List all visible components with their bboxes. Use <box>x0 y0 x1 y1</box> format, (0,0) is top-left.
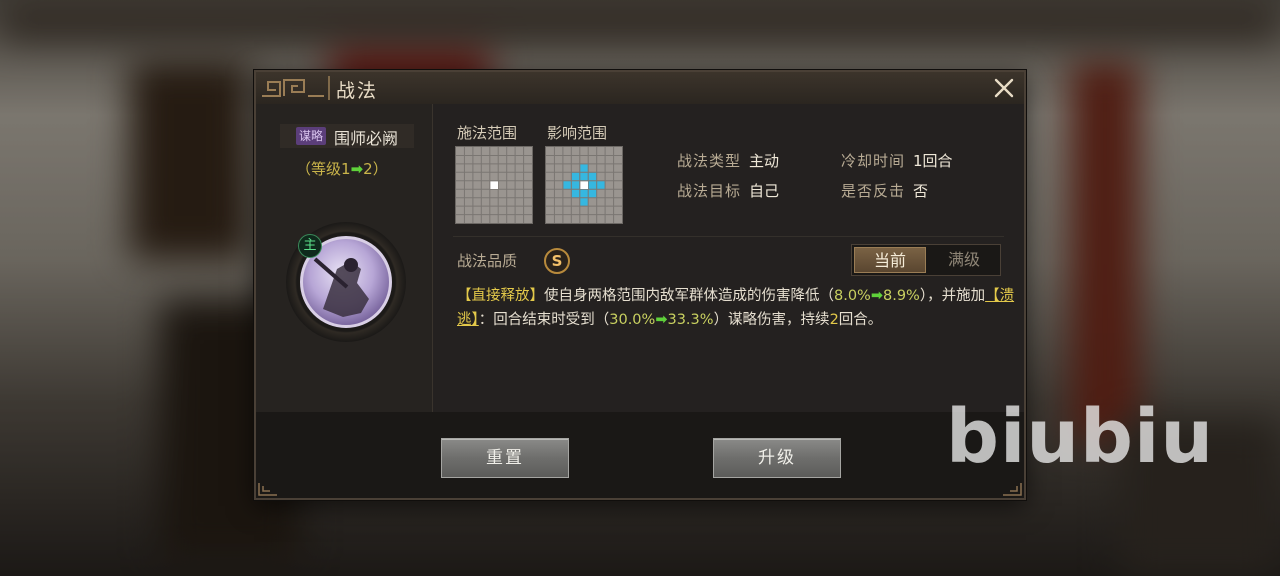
skill-detail-panel: 施法范围 影响范围 战法类型 主动 冷却时间 1回合 战法目标 自己 是否反击 … <box>433 104 1024 412</box>
cooldown-key: 冷却时间 <box>841 152 906 170</box>
title-divider <box>328 76 330 100</box>
close-icon[interactable] <box>990 74 1018 102</box>
level-arrow-icon: ➡ <box>350 160 364 178</box>
desc-value-1a: 8.0% <box>834 288 871 304</box>
arrow-right-icon: ➡ <box>655 312 668 328</box>
level-view-toggle: 当前 满级 <box>851 244 1001 276</box>
skill-level-change: （等级1➡2） <box>296 158 388 179</box>
desc-keyword-direct: 【直接释放】 <box>457 288 544 304</box>
skill-description: 【直接释放】使自身两格范围内敌军群体造成的伤害降低（8.0%➡8.9%），并施加… <box>457 284 1017 332</box>
desc-text-3: ：回合结束时受到（ <box>478 312 610 328</box>
skill-category-tag: 谋略 <box>296 127 327 145</box>
skill-quality-badge: S <box>544 248 570 274</box>
level-open: （等级 <box>296 160 342 178</box>
desc-text-5: 回合。 <box>838 312 883 328</box>
cast-range-grid <box>455 146 533 224</box>
arrow-right-icon: ➡ <box>870 288 883 304</box>
skill-target-key: 战法目标 <box>677 182 742 200</box>
cooldown-value: 1回合 <box>913 152 953 170</box>
toggle-current[interactable]: 当前 <box>854 247 926 273</box>
skill-type-row: 战法类型 主动 <box>677 150 779 171</box>
skill-type-key: 战法类型 <box>677 152 742 170</box>
counterattack-key: 是否反击 <box>841 182 906 200</box>
skill-target-row: 战法目标 自己 <box>677 180 779 201</box>
level-close: ） <box>372 160 388 178</box>
counterattack-row: 是否反击否 <box>841 180 928 201</box>
skill-dialog: 战法 谋略 围师必阙 （等级1➡2） 主 施法范围 影响范围 战法类型 主动 冷… <box>254 70 1026 500</box>
watermark-text: biubiu <box>946 394 1215 480</box>
desc-text-2: ），并施加 <box>919 288 986 304</box>
level-from: 1 <box>341 160 351 178</box>
desc-text-1: 使自身两格范围内敌军群体造成的伤害降低（ <box>544 288 834 304</box>
skill-name-box: 谋略 围师必阙 <box>280 124 414 148</box>
corner-ornament-icon <box>1003 483 1022 496</box>
effect-range-grid <box>545 146 623 224</box>
main-skill-badge: 主 <box>298 234 322 258</box>
desc-duration: 2 <box>829 312 839 328</box>
cooldown-row: 冷却时间 1回合 <box>841 150 953 171</box>
corner-ornament-icon <box>258 483 277 496</box>
reset-button[interactable]: 重置 <box>441 438 569 478</box>
toggle-max-level[interactable]: 满级 <box>928 247 1000 273</box>
counterattack-value: 否 <box>913 182 929 200</box>
desc-value-1b: 8.9% <box>883 288 920 304</box>
dialog-footer <box>256 412 1024 498</box>
skill-target-value: 自己 <box>749 182 780 200</box>
skill-type-value: 主动 <box>749 152 780 170</box>
skill-quality-label: 战法品质 <box>457 252 518 270</box>
upgrade-button[interactable]: 升级 <box>713 438 841 478</box>
skill-summary-panel: 谋略 围师必阙 （等级1➡2） 主 <box>256 104 433 412</box>
dialog-title: 战法 <box>336 80 379 102</box>
effect-range-label: 影响范围 <box>547 124 608 142</box>
desc-text-4: ）谋略伤害，持续 <box>713 312 830 328</box>
desc-value-2a: 30.0% <box>609 312 656 328</box>
desc-value-2b: 33.3% <box>667 312 714 328</box>
skill-portrait-frame: 主 <box>286 222 406 342</box>
cast-range-label: 施法范围 <box>457 124 518 142</box>
section-divider <box>453 236 1004 237</box>
title-ornament-icon <box>262 79 324 97</box>
dialog-titlebar: 战法 <box>256 72 1024 105</box>
skill-name: 围师必阙 <box>334 129 399 148</box>
level-to: 2 <box>363 160 373 178</box>
